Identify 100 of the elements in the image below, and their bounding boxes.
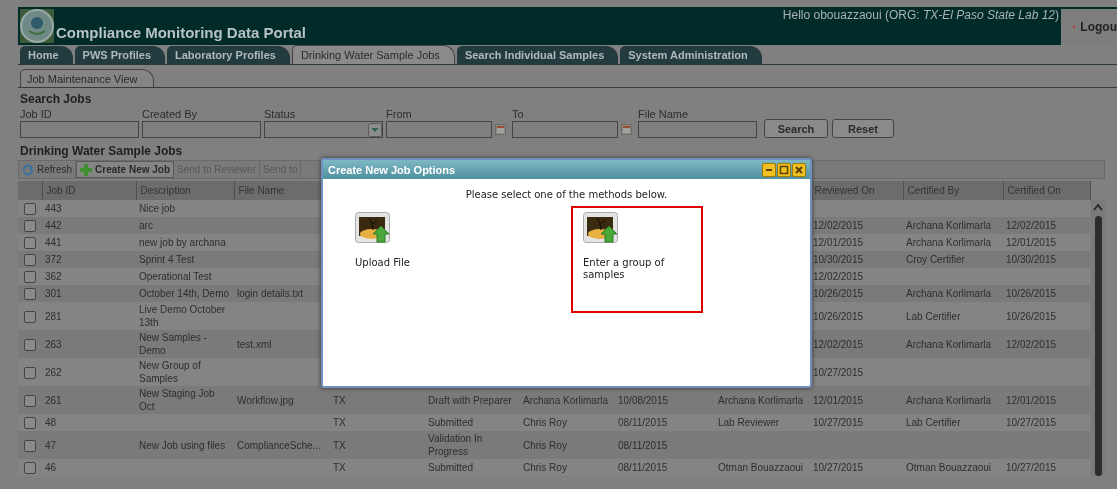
table-cell: TX	[333, 461, 346, 474]
table-cell: Submitted	[428, 416, 474, 429]
input-field[interactable]	[142, 121, 261, 138]
row-checkbox[interactable]	[24, 338, 36, 351]
nav-tab[interactable]: System Administration	[620, 46, 762, 64]
table-cell: Archana Korlimarla	[906, 393, 992, 407]
table-cell: login details.txt	[237, 287, 304, 300]
table-cell: Archana Korlimarla	[906, 337, 992, 351]
table-cell: 443	[45, 202, 62, 215]
scroll-up-icon	[1092, 202, 1104, 212]
row-checkbox[interactable]	[24, 254, 36, 267]
table-cell: 10/30/2015	[813, 253, 864, 266]
table-cell: 281	[45, 309, 62, 323]
section-title: Search Jobs	[19, 91, 93, 108]
column-header	[18, 181, 42, 200]
row-checkbox[interactable]	[24, 310, 36, 323]
image-upload-icon	[583, 212, 618, 243]
table-cell: Lab Reviewer	[718, 416, 780, 429]
table-cell: 441	[45, 236, 62, 249]
header-label: Certified On	[1007, 185, 1061, 196]
table-cell: Chris Roy	[523, 438, 567, 452]
row-checkbox[interactable]	[24, 417, 36, 430]
nav-tab[interactable]: PWS Profiles	[74, 46, 166, 64]
row-checkbox[interactable]	[24, 203, 36, 216]
method-option[interactable]: Upload File	[343, 206, 475, 313]
table-cell: new job by archana	[139, 236, 226, 249]
column-header[interactable]: Description	[136, 181, 234, 200]
table-cell: 12/01/2015	[813, 236, 864, 249]
table-cell: 301	[45, 287, 62, 300]
table-cell: 12/01/2015	[813, 393, 864, 407]
scrollbar[interactable]	[1091, 200, 1105, 476]
table-cell: 08/11/2015	[618, 438, 668, 452]
table-cell: 12/02/2015	[1006, 219, 1057, 232]
table-cell: 47	[45, 438, 57, 452]
form-button[interactable]: Search	[764, 119, 828, 138]
table-cell: 12/01/2015	[1006, 236, 1057, 249]
table-cell: Lab Certifier	[906, 416, 961, 429]
table-cell: October 14th, Demo	[139, 287, 230, 300]
header-label: Description	[140, 185, 191, 196]
table-cell: Chris Roy	[523, 461, 567, 474]
table-cell: Draft with Preparer	[428, 393, 512, 407]
table-cell: Submitted	[428, 461, 474, 474]
input-field[interactable]	[20, 121, 139, 138]
dialog-prompt: Please select one of the methods below.	[464, 188, 669, 200]
table-cell: Lab Certifier	[906, 309, 961, 323]
row-checkbox[interactable]	[24, 439, 36, 452]
table-cell: 12/01/2015	[1006, 393, 1057, 407]
row-checkbox[interactable]	[24, 220, 36, 233]
image-upload-icon	[355, 212, 390, 243]
table-cell: 10/26/2015	[1006, 309, 1057, 323]
view-tab[interactable]: Job Maintenance View	[20, 69, 155, 87]
row-checkbox[interactable]	[24, 394, 36, 407]
option-label: Enter a group of samples	[583, 257, 666, 281]
form-button[interactable]: Reset	[832, 119, 894, 138]
dialog-title: Create New Job Options	[328, 163, 456, 176]
table-cell: 08/11/2015	[618, 461, 668, 474]
table-cell: 12/02/2015	[813, 337, 864, 351]
logout-button[interactable]: Logou	[1061, 9, 1117, 45]
table-cell: TX	[333, 416, 346, 429]
status-dropdown[interactable]	[264, 121, 383, 138]
table-cell: Archana Korlimarla	[906, 236, 992, 249]
minimize-button[interactable]	[762, 162, 776, 177]
table-cell-text: New Group of Samples	[139, 359, 202, 385]
nav-tab[interactable]: Drinking Water Sample Jobs	[291, 45, 455, 64]
toolbar-button[interactable]: Create New Job	[76, 161, 175, 178]
table-cell: 10/27/2015	[813, 416, 864, 429]
nav-tab[interactable]: Home	[20, 46, 73, 64]
date-field[interactable]	[386, 121, 492, 138]
seal-logo	[20, 9, 54, 43]
row-checkbox[interactable]	[24, 288, 36, 301]
row-checkbox[interactable]	[24, 271, 36, 284]
table-cell: 10/26/2015	[813, 287, 864, 300]
greeting-text: Hello obouazzaoui (ORG: TX-El Paso State Lab 12)	[782, 7, 1060, 22]
table-cell: 12/02/2015	[813, 270, 864, 283]
table-cell: 442	[45, 219, 62, 232]
method-option[interactable]: Enter a group of samples	[571, 206, 703, 313]
table-cell-text: New Samples - Demo	[139, 331, 208, 357]
table-cell: Croy Certifier	[906, 253, 965, 266]
calendar-icon	[495, 124, 506, 135]
close-button[interactable]	[792, 162, 806, 177]
table-cell: Operational Test	[139, 270, 212, 283]
row-checkbox[interactable]	[24, 462, 36, 475]
table-cell: 10/08/2015	[618, 393, 669, 407]
table-cell-text: Validation In Progress	[428, 432, 484, 458]
row-checkbox[interactable]	[24, 366, 36, 379]
row-checkbox[interactable]	[24, 237, 36, 250]
column-header[interactable]: Certified On	[1003, 181, 1090, 200]
scroll-thumb[interactable]	[1094, 216, 1102, 476]
column-header[interactable]: Certified By	[903, 181, 1003, 200]
table-cell: 12/02/2015	[1006, 337, 1057, 351]
field-label: From	[386, 108, 413, 120]
nav-tab[interactable]: Search Individual Samples	[456, 46, 619, 64]
table-cell: test.xml	[237, 337, 272, 351]
table-cell: New Job using files	[139, 438, 226, 452]
calendar-icon	[621, 124, 632, 135]
maximize-button[interactable]	[777, 162, 791, 177]
nav-tab[interactable]: Laboratory Profiles	[167, 46, 290, 64]
table-cell: Archana Korlimarla	[906, 219, 992, 232]
input-field[interactable]	[638, 121, 757, 138]
date-field[interactable]	[512, 121, 618, 138]
